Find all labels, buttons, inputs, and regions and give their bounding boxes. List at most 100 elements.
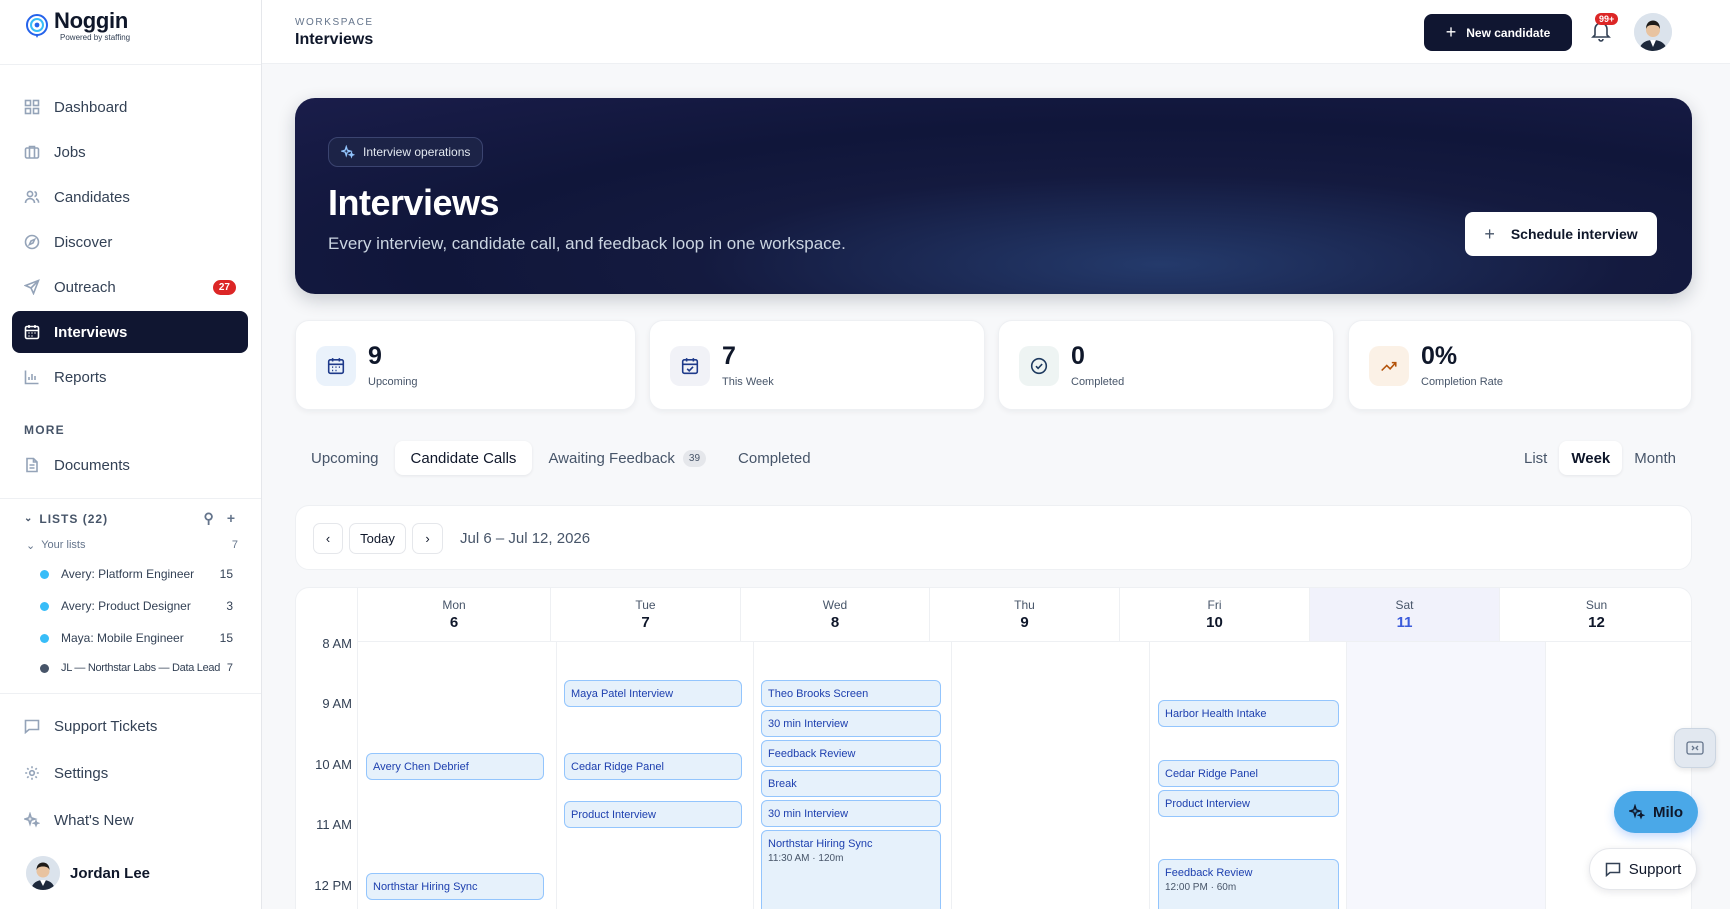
event-block[interactable]: Northstar Hiring Sync 11:30 AM · 120m bbox=[761, 830, 941, 909]
event-block[interactable]: Feedback Review 12:00 PM · 60m bbox=[1158, 859, 1339, 909]
list-item[interactable]: Avery: Platform Engineer 15 bbox=[40, 567, 233, 581]
nav-candidates[interactable]: Candidates bbox=[12, 176, 248, 218]
view-list[interactable]: List bbox=[1512, 441, 1559, 475]
day-header-thu: Thu 9 bbox=[929, 588, 1119, 642]
nav-jobs[interactable]: Jobs bbox=[12, 131, 248, 173]
document-icon bbox=[26, 457, 38, 473]
nav-whats-new[interactable]: What's New bbox=[12, 798, 248, 842]
calendar-check-icon bbox=[670, 346, 710, 386]
nav-label: Outreach bbox=[54, 278, 116, 296]
logo[interactable]: Noggin Powered by staffing bbox=[24, 10, 130, 42]
list-dot bbox=[40, 633, 49, 643]
avatar bbox=[26, 856, 60, 890]
nav-discover[interactable]: Discover bbox=[12, 221, 248, 263]
event-title: Cedar Ridge Panel bbox=[571, 760, 664, 773]
nav-support-tickets[interactable]: Support Tickets bbox=[12, 704, 248, 748]
event-block[interactable]: Product Interview bbox=[1158, 790, 1339, 817]
chevron-down-icon: ⌄ bbox=[24, 513, 34, 524]
list-item[interactable]: Avery: Product Designer 3 bbox=[40, 599, 233, 613]
chevron-left-icon: ‹ bbox=[325, 531, 331, 546]
event-block[interactable]: Avery Chen Debrief bbox=[366, 753, 544, 780]
main-nav: Dashboard Jobs Candidates Discover Outre… bbox=[12, 86, 248, 401]
event-block[interactable]: Maya Patel Interview bbox=[564, 680, 742, 707]
day-name: Thu bbox=[1014, 598, 1035, 612]
event-title: Avery Chen Debrief bbox=[373, 760, 469, 773]
outreach-count-badge: 27 bbox=[212, 279, 236, 295]
more-nav: Documents bbox=[12, 444, 248, 489]
event-block[interactable]: 30 min Interview bbox=[761, 710, 941, 737]
nav-settings[interactable]: Settings bbox=[12, 751, 248, 795]
milo-assistant-button[interactable]: Milo bbox=[1614, 791, 1698, 833]
hero-chip-label: Interview operations bbox=[363, 145, 471, 159]
day-date: 8 bbox=[830, 614, 840, 631]
event-block[interactable]: Feedback Review bbox=[761, 740, 941, 767]
list-item[interactable]: JL — Northstar Labs — Data Lead 7 bbox=[40, 662, 233, 674]
list-count: 7 bbox=[226, 662, 233, 674]
collapse-panel-button[interactable] bbox=[1674, 728, 1716, 768]
day-name: Tue bbox=[635, 598, 656, 612]
event-block[interactable]: Theo Brooks Screen bbox=[761, 680, 941, 707]
list-count: 3 bbox=[226, 599, 233, 613]
account-avatar[interactable] bbox=[1634, 13, 1672, 51]
day-column[interactable] bbox=[951, 642, 1149, 909]
tab-awaiting-feedback[interactable]: Awaiting Feedback 39 bbox=[532, 441, 722, 475]
day-name: Sat bbox=[1395, 598, 1414, 612]
lists-header[interactable]: ⌄ LISTS (22) ⚲ + bbox=[24, 510, 236, 527]
event-block[interactable]: Product Interview bbox=[564, 801, 742, 828]
event-time: 12:00 PM · 60m bbox=[1165, 882, 1237, 893]
day-header-wed: Wed 8 bbox=[740, 588, 929, 642]
new-candidate-button[interactable]: + New candidate bbox=[1424, 14, 1572, 51]
tab-completed[interactable]: Completed bbox=[722, 441, 827, 475]
event-title: 30 min Interview bbox=[768, 717, 849, 730]
stat-card-completed: 0 Completed bbox=[998, 320, 1334, 410]
event-block[interactable]: 30 min Interview bbox=[761, 800, 941, 827]
tab-label: Awaiting Feedback bbox=[548, 449, 675, 467]
event-title: 30 min Interview bbox=[768, 807, 849, 820]
add-list-icon[interactable]: + bbox=[227, 510, 236, 527]
nav-outreach[interactable]: Outreach 27 bbox=[12, 266, 248, 308]
stat-label: Completion Rate bbox=[1421, 376, 1503, 388]
event-block[interactable]: Break bbox=[761, 770, 941, 797]
tab-candidate-calls[interactable]: Candidate Calls bbox=[394, 441, 533, 475]
tab-upcoming[interactable]: Upcoming bbox=[295, 441, 395, 475]
event-block[interactable]: Harbor Health Intake bbox=[1158, 700, 1339, 727]
schedule-interview-button[interactable]: + Schedule interview bbox=[1465, 212, 1657, 256]
nav-interviews[interactable]: Interviews bbox=[12, 311, 248, 353]
person-avatar-icon bbox=[26, 856, 60, 890]
event-title: Feedback Review bbox=[1165, 867, 1253, 879]
plus-icon: + bbox=[1484, 223, 1495, 244]
list-dot bbox=[40, 663, 49, 673]
list-item[interactable]: Maya: Mobile Engineer 15 bbox=[40, 631, 233, 645]
event-time: 11:30 AM · 120m bbox=[768, 853, 844, 864]
day-name: Wed bbox=[822, 598, 848, 612]
event-block[interactable]: Cedar Ridge Panel bbox=[564, 753, 742, 780]
your-lists-toggle[interactable]: ⌄ Your lists 7 bbox=[26, 539, 238, 552]
support-button[interactable]: Support bbox=[1589, 848, 1697, 890]
day-column[interactable] bbox=[1346, 642, 1545, 909]
nav-dashboard[interactable]: Dashboard bbox=[12, 86, 248, 128]
next-week-button[interactable]: › bbox=[412, 523, 443, 554]
compass-icon bbox=[24, 234, 40, 250]
branch-icon[interactable]: ⚲ bbox=[204, 510, 215, 527]
list-name: JL — Northstar Labs — Data Lead bbox=[61, 662, 221, 674]
event-title: Product Interview bbox=[571, 808, 656, 821]
user-profile[interactable]: Jordan Lee bbox=[26, 856, 150, 890]
view-month[interactable]: Month bbox=[1622, 441, 1688, 475]
event-block[interactable]: Cedar Ridge Panel bbox=[1158, 760, 1339, 787]
prev-week-button[interactable]: ‹ bbox=[313, 523, 343, 554]
user-name: Jordan Lee bbox=[70, 864, 151, 882]
event-title: Feedback Review bbox=[768, 747, 856, 760]
brand-tagline: Powered by staffing bbox=[60, 33, 131, 42]
main-content: WORKSPACE Interviews + New candidate 99+… bbox=[262, 0, 1730, 909]
today-button[interactable]: Today bbox=[349, 523, 406, 554]
hero-chip: Interview operations bbox=[328, 137, 484, 167]
event-title: Northstar Hiring Sync bbox=[768, 838, 873, 850]
event-block[interactable]: Northstar Hiring Sync bbox=[366, 873, 544, 900]
nav-reports[interactable]: Reports bbox=[12, 356, 248, 398]
hero-banner: Interview operations Interviews Every in… bbox=[295, 98, 1692, 294]
check-circle-icon bbox=[1019, 346, 1059, 386]
nav-documents[interactable]: Documents bbox=[12, 444, 248, 486]
view-week[interactable]: Week bbox=[1559, 441, 1623, 475]
sidebar: Noggin Powered by staffing Dashboard Job… bbox=[0, 0, 262, 909]
stat-label: Upcoming bbox=[368, 376, 418, 388]
